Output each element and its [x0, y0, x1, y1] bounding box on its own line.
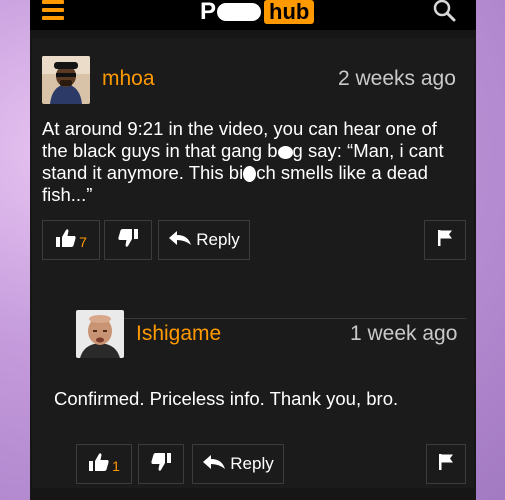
thumbs-up-icon	[88, 452, 110, 477]
flag-icon	[438, 453, 454, 476]
comment-username[interactable]: mhoa	[102, 67, 155, 91]
reply-divider	[90, 318, 466, 319]
hamburger-menu-icon[interactable]	[42, 0, 64, 22]
reply-arrow-icon	[168, 230, 192, 251]
comment-text: At around 9:21 in the video, you can hea…	[42, 118, 466, 206]
censor-blot	[243, 166, 257, 183]
like-button[interactable]: 1	[76, 444, 132, 484]
top-navigation-bar: P hub	[30, 0, 476, 30]
comment-thread: mhoa 2 weeks ago At around 9:21 in the v…	[32, 38, 474, 488]
logo-text-right: hub	[264, 0, 315, 24]
censor-blot	[277, 145, 293, 159]
flag-button[interactable]	[424, 220, 466, 260]
dislike-button[interactable]	[104, 220, 152, 260]
reply-button[interactable]: Reply	[192, 444, 284, 484]
avatar[interactable]	[76, 310, 124, 358]
dislike-button[interactable]	[138, 444, 184, 484]
comment-username[interactable]: Ishigame	[136, 322, 221, 346]
like-count: 1	[112, 458, 120, 474]
logo-text-left: P	[200, 0, 217, 25]
like-count: 7	[79, 234, 87, 250]
comment-timestamp: 2 weeks ago	[338, 67, 456, 90]
comment-text: Confirmed. Priceless info. Thank you, br…	[54, 388, 399, 409]
phone-screen: P hub mhoa 2 weeks ago At around 9:21 in…	[30, 0, 476, 500]
flag-icon	[437, 229, 453, 252]
thumbs-up-icon	[55, 228, 77, 253]
flag-button[interactable]	[426, 444, 466, 484]
comment-timestamp: 1 week ago	[350, 322, 458, 345]
reply-button[interactable]: Reply	[158, 220, 250, 260]
like-button[interactable]: 7	[42, 220, 100, 260]
logo-redaction	[217, 3, 262, 21]
search-icon[interactable]	[432, 0, 458, 22]
avatar[interactable]	[42, 56, 90, 104]
reply-label: Reply	[196, 230, 240, 249]
reply-arrow-icon	[202, 454, 226, 475]
thumbs-down-icon	[150, 452, 172, 477]
reply-label: Reply	[230, 454, 274, 473]
site-logo[interactable]: P hub	[200, 0, 315, 25]
thumbs-down-icon	[117, 228, 139, 253]
